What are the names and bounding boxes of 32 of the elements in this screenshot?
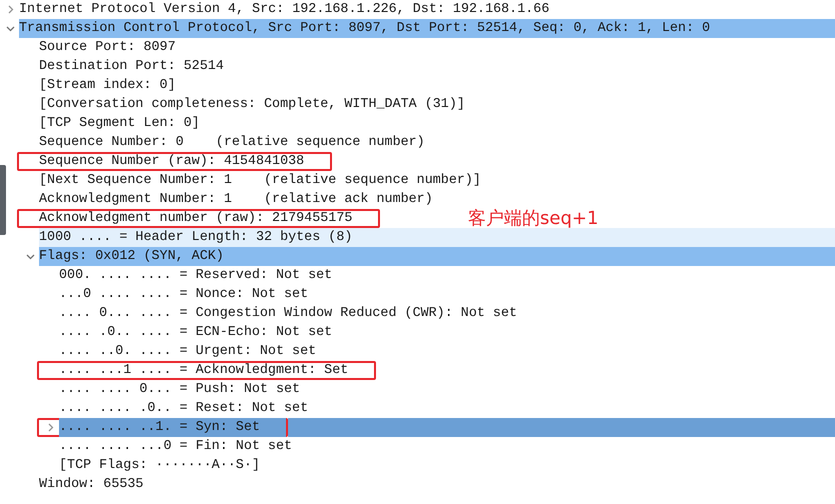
chevron-down-icon[interactable]: [26, 252, 35, 261]
tree-row-text[interactable]: .... .... ...0 = Fin: Not set: [59, 437, 300, 456]
tree-row-text[interactable]: .... .... ..1. = Syn: Set: [59, 418, 286, 437]
tree-row-text[interactable]: .... 0... .... = Congestion Window Reduced (CWR): Not set: [59, 304, 526, 323]
tree-row-text[interactable]: [TCP Segment Len: 0]: [39, 114, 208, 133]
tree-row-text[interactable]: Transmission Control Protocol, Src Port: 8097, Dst Port: 52514, Seq: 0, Ack: 1, Len: 0: [19, 19, 835, 38]
tree-row-text[interactable]: .... .0.. .... = ECN-Echo: Not set: [59, 323, 340, 342]
tree-row-text[interactable]: 000. .... .... = Reserved: Not set: [59, 266, 340, 285]
tree-row-text[interactable]: [Stream index: 0]: [39, 76, 184, 95]
tree-row-text[interactable]: Sequence Number: 0 (relative sequence number): [39, 133, 433, 152]
annotation-note: 客户端的seq+1: [468, 209, 598, 228]
tree-row-text[interactable]: 1000 .... = Header Length: 32 bytes (8): [39, 228, 835, 247]
tree-row-text[interactable]: [TCP Flags: ·······A··S·]: [59, 456, 268, 475]
tree-row-text[interactable]: .... .... .0.. = Reset: Not set: [59, 399, 316, 418]
chevron-right-icon[interactable]: [6, 5, 15, 14]
tree-row-text[interactable]: .... ...1 .... = Acknowledgment: Set: [59, 361, 374, 380]
tree-row-text[interactable]: Flags: 0x012 (SYN, ACK): [39, 247, 835, 266]
tree-row-text[interactable]: Internet Protocol Version 4, Src: 192.168.1.226, Dst: 192.168.1.66: [19, 0, 558, 19]
chevron-right-icon[interactable]: [46, 423, 55, 432]
tree-row-text[interactable]: Window: 65535: [39, 475, 152, 494]
tree-row-text[interactable]: [Next Sequence Number: 1 (relative sequence number)]: [39, 171, 489, 190]
tree-row-text[interactable]: [Conversation completeness: Complete, WITH_DATA (31)]: [39, 95, 473, 114]
tree-row-text[interactable]: Acknowledgment number (raw): 2179455175: [39, 209, 378, 228]
tree-row-text[interactable]: .... ..0. .... = Urgent: Not set: [59, 342, 324, 361]
tree-row-text[interactable]: Destination Port: 52514: [39, 57, 232, 76]
tree-row-text[interactable]: Source Port: 8097: [39, 38, 184, 57]
side-handle[interactable]: [0, 165, 6, 235]
chevron-down-icon[interactable]: [6, 24, 15, 33]
tree-row-text[interactable]: Acknowledgment Number: 1 (relative ack number): [39, 190, 441, 209]
tree-row-text[interactable]: .... .... 0... = Push: Not set: [59, 380, 308, 399]
tree-row-text[interactable]: ...0 .... .... = Nonce: Not set: [59, 285, 316, 304]
tree-row-text[interactable]: Sequence Number (raw): 4154841038: [39, 152, 330, 171]
